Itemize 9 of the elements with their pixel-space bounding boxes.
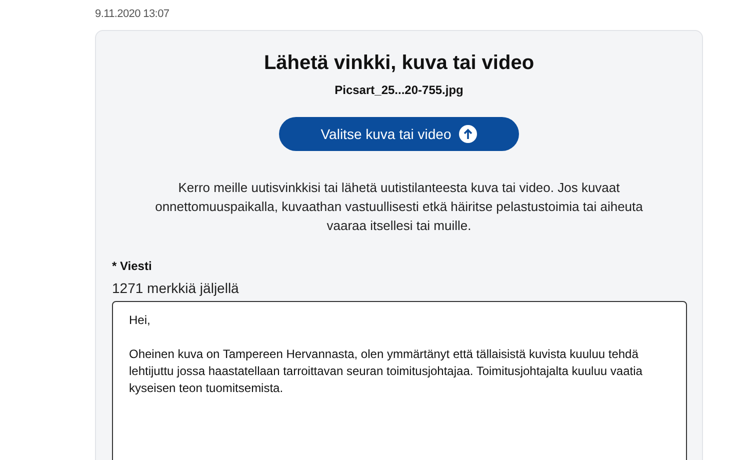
chars-left: 1271 merkkiä jäljellä xyxy=(112,279,240,298)
message-label: * Viesti xyxy=(112,258,153,275)
description: Kerro meille uutisvinkkisi tai lähetä uutistilanteesta kuva tai video. Jos kuvaat onnettomuuspaikalla, kuvaathan vastuullisesti etkä häiritse pelastustoimia tai aiheuta vaaraa itsellesi tai muille. xyxy=(154,179,644,235)
upload-button[interactable]: Valitse kuva tai video xyxy=(279,117,519,151)
file-name: Picsart_25...20-755.jpg xyxy=(334,82,464,99)
timestamp: 9.11.2020 13:07 xyxy=(95,8,170,20)
upload-icon xyxy=(459,125,478,143)
form-title: Lähetä vinkki, kuva tai video xyxy=(264,51,534,76)
message-field[interactable]: Hei, Oheinen kuva on Tampereen Hervannasta, olen ymmärtänyt että tällaisistä kuvista kuuluu tehdä lehtijuttu jossa haastatellaan tarroittavan seuran toimitusjohtajaa. Toimitusjohtajalta kuuluu vaatia kyseisen teon tuomitsemista. xyxy=(112,301,687,460)
